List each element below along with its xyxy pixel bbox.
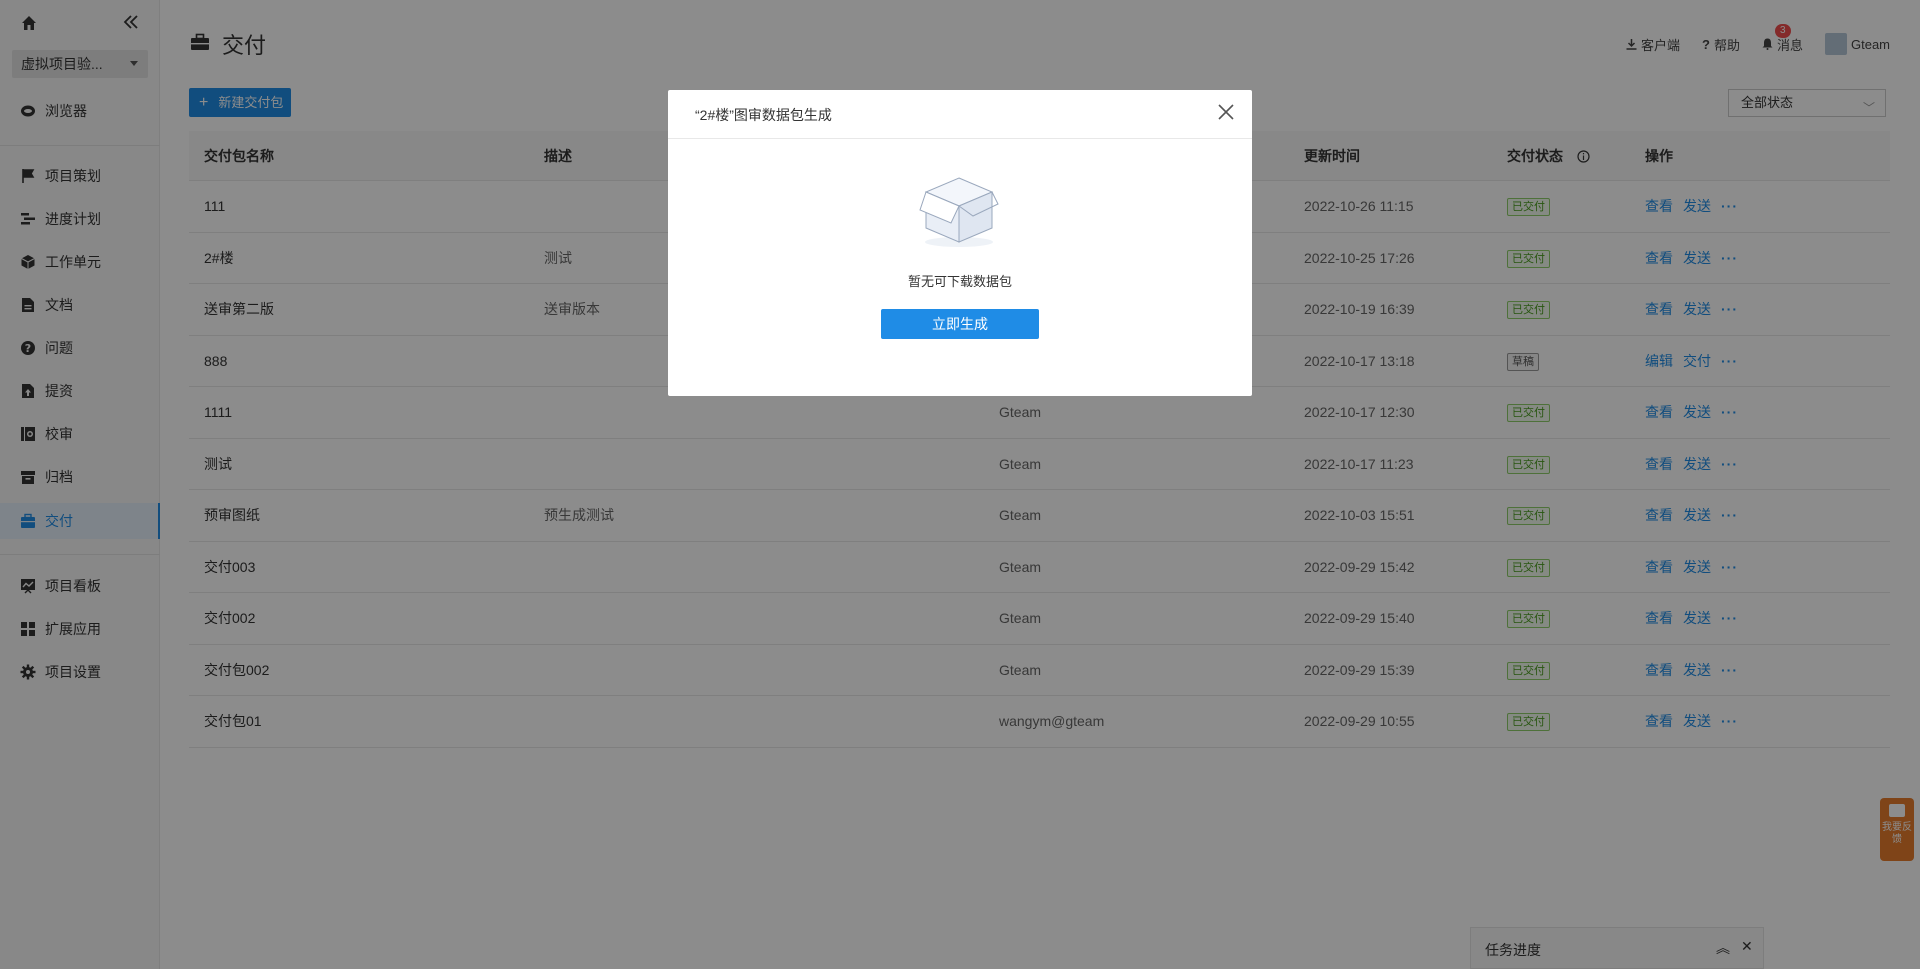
empty-message: 暂无可下载数据包: [907, 274, 1012, 289]
empty-box-icon: [919, 177, 999, 247]
dialog-title: “2#楼”图审数据包生成: [695, 107, 832, 123]
dialog-header: “2#楼”图审数据包生成: [668, 90, 1252, 139]
close-icon[interactable]: [1218, 104, 1234, 120]
generate-package-dialog: “2#楼”图审数据包生成 暂无可下载数据包 立即生成: [668, 90, 1252, 396]
generate-now-button[interactable]: 立即生成: [881, 309, 1039, 339]
